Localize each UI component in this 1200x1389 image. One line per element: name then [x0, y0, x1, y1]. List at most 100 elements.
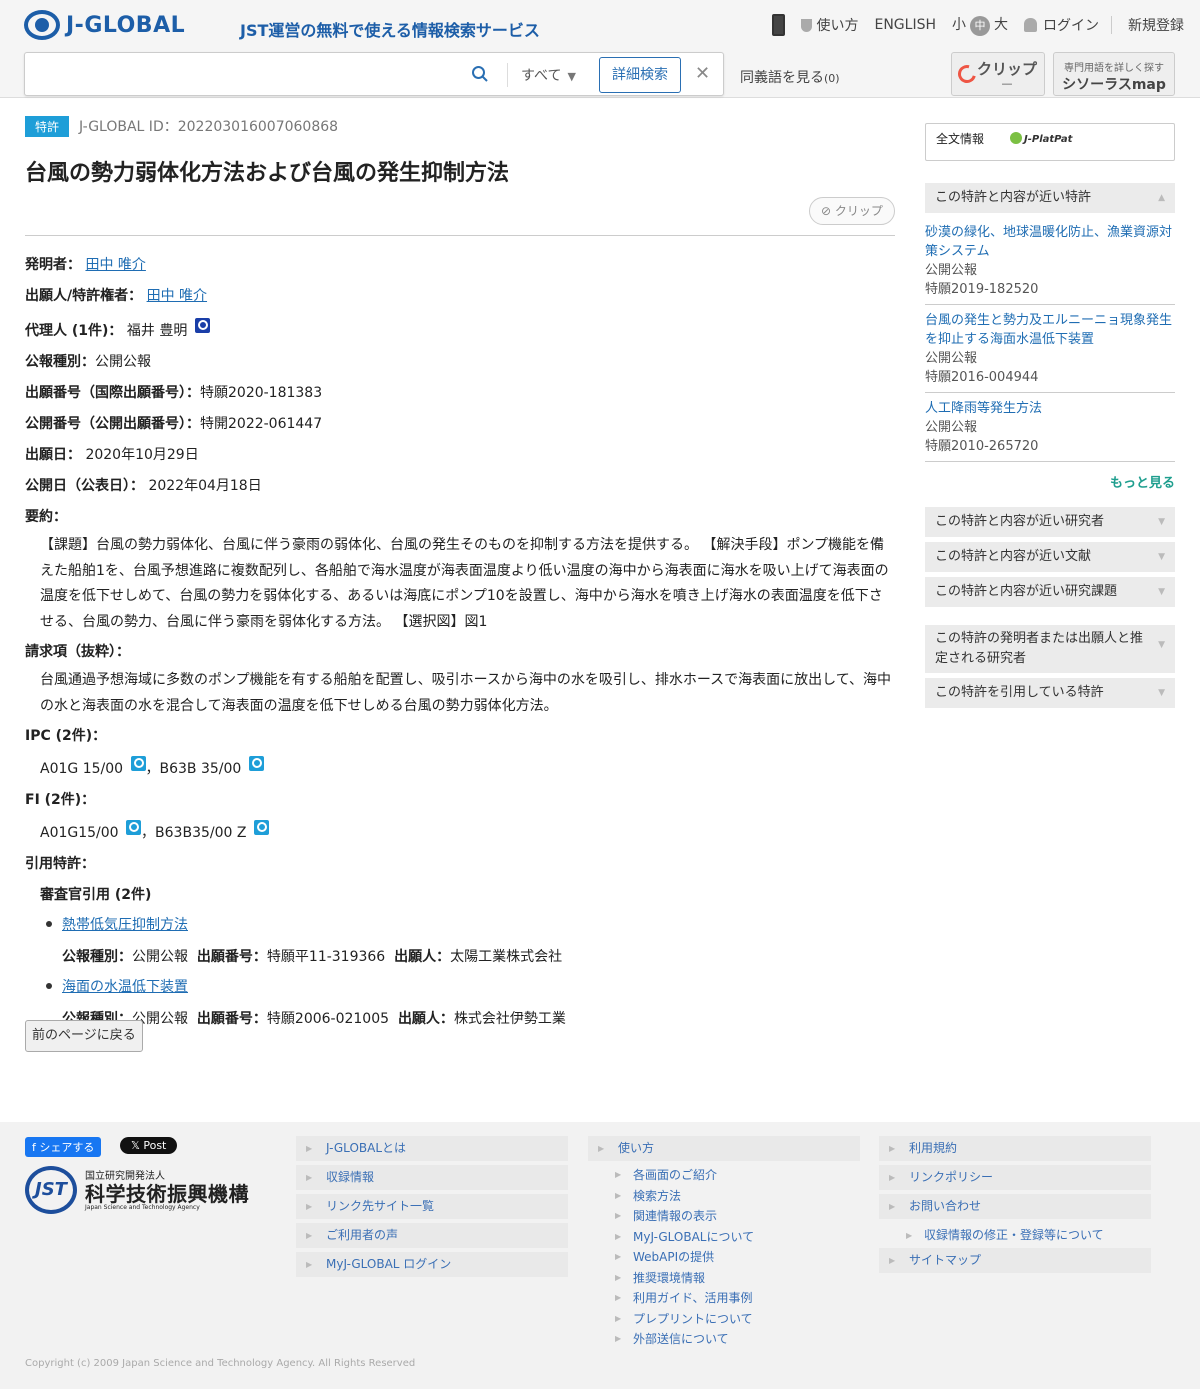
jglobal-id: J-GLOBAL ID：202203016007060868: [79, 119, 339, 135]
inventor-link[interactable]: 田中 唯介: [85, 257, 145, 273]
x-post-button[interactable]: 𝕏 Post: [120, 1137, 178, 1154]
search-icon[interactable]: [194, 318, 210, 333]
footer-link[interactable]: サイトマップ: [879, 1248, 1151, 1273]
header: J-GLOBAL JST運営の無料で使える情報検索サービス 使い方 ENGLIS…: [0, 0, 1200, 98]
chevron-down-icon: ▼: [1158, 587, 1165, 597]
citation-item: 熱帯低気圧抑制方法: [40, 914, 895, 934]
footer-sublink[interactable]: MyJ-GLOBALについて: [588, 1227, 860, 1248]
footer-sublink[interactable]: プレプリントについて: [588, 1309, 860, 1330]
footer-link[interactable]: 収録情報: [296, 1165, 568, 1190]
similar-patent-link[interactable]: 人工降雨等発生方法: [925, 401, 1042, 416]
inventor-researchers-header[interactable]: この特許の発明者または出願人と推定される研究者 ▼: [925, 625, 1175, 673]
footer-link[interactable]: ご利用者の声: [296, 1223, 568, 1248]
chevron-up-icon: ▲: [1158, 193, 1165, 203]
size-mid[interactable]: 中: [970, 16, 990, 36]
search-icon[interactable]: [130, 756, 146, 771]
similar-patent-link[interactable]: 台風の発生と勢力及エルニーニョ現象発生を抑止する海面水温低下装置: [925, 313, 1172, 347]
citation-meta: 公報種別：公開公報 出願番号：特願2006-021005 出願人：株式会社伊勢工…: [62, 1011, 566, 1027]
citation-link[interactable]: 熱帯低気圧抑制方法: [62, 917, 188, 933]
clip-button[interactable]: クリップ —: [951, 52, 1045, 96]
register-link[interactable]: 新規登録: [1128, 15, 1184, 35]
citing-patents-header[interactable]: この特許を引用している特許 ▼: [925, 678, 1175, 708]
similar-patents-header[interactable]: この特許と内容が近い特許 ▲: [925, 183, 1175, 213]
search-bar: すべて ▼ 詳細検索 ✕: [24, 52, 724, 96]
smartphone-icon[interactable]: [772, 14, 786, 36]
applicant-link[interactable]: 田中 唯介: [147, 288, 207, 304]
type-badge: 特許: [25, 116, 70, 137]
claims-label: 請求項（抜粋）：: [25, 644, 130, 660]
tagline: JST運営の無料で使える情報検索サービス: [240, 21, 540, 40]
close-icon[interactable]: ✕: [695, 63, 710, 84]
ipc-label: IPC (2件)：: [25, 728, 107, 744]
search-icon[interactable]: [248, 756, 264, 771]
chevron-down-icon: ▼: [1158, 688, 1165, 698]
footer-link[interactable]: お問い合わせ: [879, 1194, 1151, 1219]
inventor-row: 発明者： 田中 唯介: [25, 257, 146, 273]
copyright: Copyright (c) 2009 Japan Science and Tec…: [25, 1358, 416, 1369]
footer-sublink[interactable]: 各画面のご紹介: [588, 1165, 860, 1186]
appno-row: 出願番号（国際出願番号）：特願2020-181383: [25, 385, 323, 401]
ipc-values: A01G 15/00 ，B63B 35/00: [25, 756, 895, 778]
citation-link[interactable]: 海面の水温低下装置: [62, 979, 188, 995]
footer-link[interactable]: MyJ-GLOBAL ログイン: [296, 1252, 568, 1277]
footer-link[interactable]: J-GLOBALとは: [296, 1136, 568, 1161]
platpat-logo-icon: [1010, 132, 1022, 144]
size-small[interactable]: 小: [952, 17, 966, 33]
footer-link[interactable]: 使い方: [588, 1136, 860, 1161]
citation-item: 海面の水温低下装置: [40, 976, 895, 996]
login-link[interactable]: ログイン: [1024, 15, 1099, 35]
footer-sublink[interactable]: 外部送信について: [588, 1329, 860, 1350]
english-link[interactable]: ENGLISH: [874, 17, 936, 33]
fulltext-box: 全文情報 J-PlatPat: [925, 123, 1175, 161]
advanced-search-button[interactable]: 詳細検索: [599, 57, 681, 93]
abstract-text: 【課題】台風の勢力弱体化、台風に伴う豪雨の弱体化、台風の発生そのものを抑制する方…: [40, 537, 889, 630]
logo-icon: [24, 10, 60, 40]
back-button[interactable]: 前のページに戻る: [25, 1020, 143, 1052]
similar-patent-link[interactable]: 砂漠の緑化、地球温暖化防止、漁業資源対策システム: [925, 225, 1172, 259]
divider: [1111, 16, 1112, 34]
facebook-share-button[interactable]: f シェアする: [25, 1137, 102, 1157]
similar-researchers-header[interactable]: この特許と内容が近い研究者 ▼: [925, 507, 1175, 537]
footer-sublink[interactable]: 利用ガイド、活用事例: [588, 1288, 860, 1309]
footer-link[interactable]: リンクポリシー: [879, 1165, 1151, 1190]
chevron-down-icon: ▼: [1158, 640, 1165, 650]
sidebar: 全文情報 J-PlatPat この特許と内容が近い特許 ▲ 砂漠の緑化、地球温暖化…: [925, 123, 1175, 708]
footer-sublink[interactable]: 推奨環境情報: [588, 1268, 860, 1289]
citation-meta: 公報種別：公開公報 出願番号：特願平11-319366 出願人：太陽工業株式会社: [62, 949, 563, 965]
clip-small-button[interactable]: ⊘ クリップ: [809, 197, 895, 225]
divider: [25, 235, 895, 236]
footer-sublink[interactable]: 収録情報の修正・登録等について: [879, 1223, 1151, 1248]
search-icon[interactable]: [126, 820, 142, 835]
footer: f シェアする 𝕏 Post JST 国立研究開発法人 科学技術振興機構 Jap…: [0, 1122, 1200, 1389]
scope-select[interactable]: すべて ▼: [521, 65, 576, 85]
similar-projects-header[interactable]: この特許と内容が近い研究課題 ▼: [925, 577, 1175, 607]
examiner-label: 審査官引用 (2件): [40, 887, 152, 903]
search-icon[interactable]: [253, 820, 269, 835]
footer-sublink[interactable]: WebAPIの提供: [588, 1247, 860, 1268]
footer-sublink[interactable]: 関連情報の表示: [588, 1206, 860, 1227]
jglobal-logo[interactable]: J-GLOBAL: [24, 10, 185, 40]
howto-link[interactable]: 使い方: [801, 15, 858, 35]
claims-text: 台風通過予想海域に多数のポンプ機能を有する船舶を配置し、吸引ホースから海中の水を…: [40, 672, 892, 714]
similar-literature-header[interactable]: この特許と内容が近い文献 ▼: [925, 542, 1175, 572]
thesaurus-map-button[interactable]: 専門用語を詳しく探す シソーラスmap: [1053, 52, 1175, 96]
search-input[interactable]: [25, 53, 495, 95]
platpat-link[interactable]: J-PlatPat: [1010, 132, 1072, 145]
record-fields: 発明者： 田中 唯介 出願人/特許権者： 田中 唯介 代理人 (1件)： 福井 …: [25, 256, 895, 1028]
font-size-switch[interactable]: 小中大: [952, 14, 1008, 36]
pubdate-row: 公開日（公表日）： 2022年04月18日: [25, 478, 262, 494]
page-title: 台風の勢力弱体化方法および台風の発生抑制方法: [25, 161, 510, 186]
footer-sublink[interactable]: 検索方法: [588, 1186, 860, 1207]
chevron-down-icon: ▼: [1158, 552, 1165, 562]
more-link[interactable]: もっと見る: [925, 472, 1175, 491]
fi-label: FI (2件)：: [25, 792, 96, 808]
size-large[interactable]: 大: [994, 17, 1008, 33]
synonyms-link[interactable]: 同義語を見る(0): [740, 67, 840, 87]
fi-values: A01G15/00 ，B63B35/00 Z: [25, 820, 895, 842]
record-main: 特許 J-GLOBAL ID：202203016007060868 台風の勢力弱体…: [25, 116, 895, 1052]
appdate-row: 出願日： 2020年10月29日: [25, 447, 199, 463]
jst-logo[interactable]: JST 国立研究開発法人 科学技術振興機構 Japan Science and …: [25, 1166, 275, 1216]
search-icon[interactable]: [471, 65, 489, 83]
footer-link[interactable]: リンク先サイト一覧: [296, 1194, 568, 1219]
footer-link[interactable]: 利用規約: [879, 1136, 1151, 1161]
